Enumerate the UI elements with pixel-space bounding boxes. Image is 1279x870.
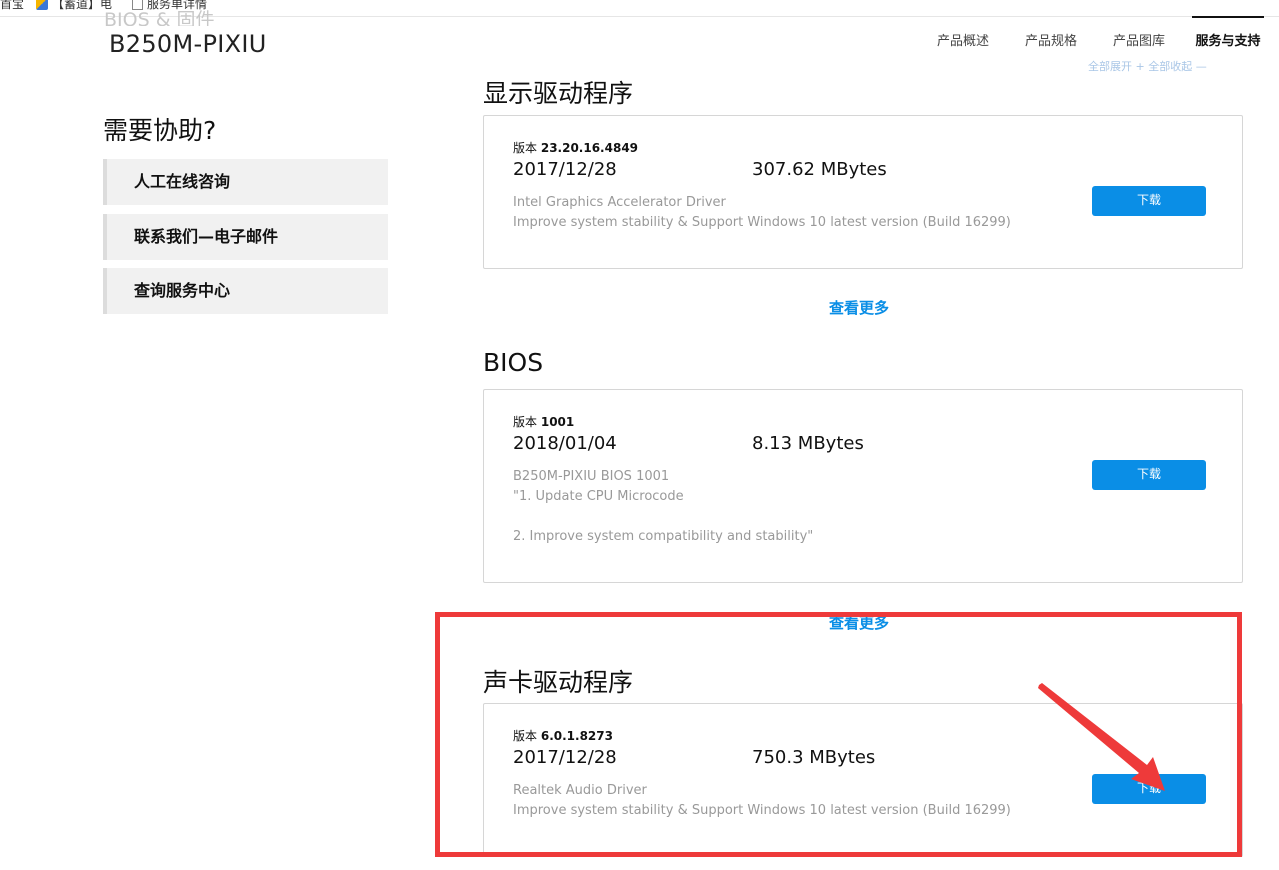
release-date: 2017/12/28 [513, 159, 617, 180]
driver-card-bios: 版本 1001 2018/01/04 8.13 MBytes B250M-PIX… [483, 389, 1243, 583]
faded-section-heading: BIOS & 固件 [104, 10, 215, 26]
driver-card-audio: 版本 6.0.1.8273 2017/12/28 750.3 MBytes Re… [483, 703, 1243, 857]
version-number: 23.20.16.4849 [540, 141, 639, 155]
version-number: 1001 [540, 415, 575, 429]
email-contact-button[interactable]: 联系我们—电子邮件 [103, 214, 388, 260]
live-chat-button[interactable]: 人工在线咨询 [103, 159, 388, 205]
see-more-link[interactable]: 查看更多 [829, 297, 889, 318]
driver-description: Intel Graphics Accelerator Driver Improv… [513, 195, 1011, 230]
download-button[interactable]: 下载 [1092, 460, 1206, 490]
version-line: 版本 23.20.16.4849 [513, 139, 638, 156]
file-size: 750.3 MBytes [752, 747, 876, 768]
bookmark-label: 首宝 [0, 0, 25, 11]
bookmark-label: 【蓄道】电 [52, 0, 113, 11]
see-more-link[interactable]: 查看更多 [829, 612, 889, 633]
download-button[interactable]: 下载 [1092, 774, 1206, 804]
file-size: 307.62 MBytes [752, 159, 887, 180]
release-date: 2018/01/04 [513, 433, 617, 454]
driver-description: B250M-PIXIU BIOS 1001 "1. Update CPU Mic… [513, 469, 814, 544]
site-favicon-icon [36, 0, 48, 10]
expand-collapse-links[interactable]: 全部展开 + 全部收起 — [1088, 58, 1207, 72]
product-title: B250M-PIXIU [109, 30, 267, 58]
bookmark-item[interactable]: 【蓄道】电 [36, 0, 112, 12]
driver-description: Realtek Audio Driver Improve system stab… [513, 783, 1011, 818]
version-prefix: 版本 [513, 729, 538, 743]
page-icon [132, 0, 143, 10]
help-title: 需要协助? [103, 116, 217, 145]
version-line: 版本 1001 [513, 413, 574, 430]
section-title-display-driver: 显示驱动程序 [483, 79, 634, 108]
tab-specs[interactable]: 产品规格 [1018, 16, 1084, 68]
driver-card-display: 版本 23.20.16.4849 2017/12/28 307.62 MByte… [483, 115, 1243, 269]
section-title-audio-driver: 声卡驱动程序 [483, 668, 634, 697]
service-center-button[interactable]: 查询服务中心 [103, 268, 388, 314]
bookmark-item[interactable]: 首宝 [0, 0, 24, 12]
download-button[interactable]: 下载 [1092, 186, 1206, 216]
section-title-bios: BIOS [483, 348, 544, 377]
file-size: 8.13 MBytes [752, 433, 864, 454]
release-date: 2017/12/28 [513, 747, 617, 768]
tab-overview[interactable]: 产品概述 [930, 16, 996, 68]
version-number: 6.0.1.8273 [540, 729, 613, 743]
version-prefix: 版本 [513, 141, 538, 155]
version-line: 版本 6.0.1.8273 [513, 727, 613, 744]
version-prefix: 版本 [513, 415, 538, 429]
